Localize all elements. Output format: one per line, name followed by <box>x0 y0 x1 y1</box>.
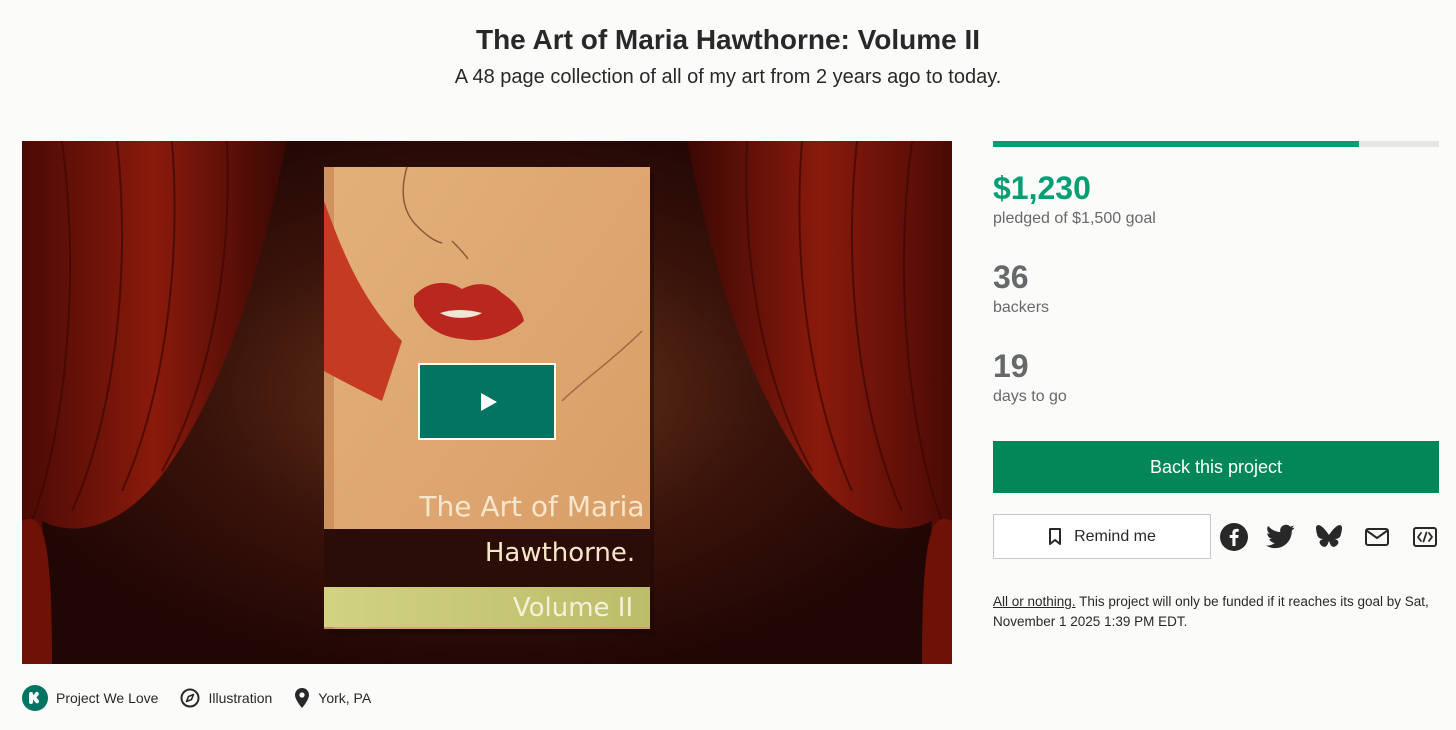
cover-title-line2: Hawthorne. <box>485 538 635 568</box>
backers-label: backers <box>993 299 1050 316</box>
play-button[interactable] <box>418 363 556 440</box>
cover-title-line1: The Art of Maria <box>418 490 644 523</box>
bluesky-icon[interactable] <box>1314 522 1344 552</box>
pledged-amount: $1,230 <box>993 170 1091 206</box>
project-video[interactable]: The Art of Maria Hawthorne. Volume II <box>22 141 952 664</box>
project-meta: Project We Love Illustration York, PA <box>22 684 393 712</box>
days-to-go-count: 19 <box>993 348 1029 384</box>
compass-icon <box>180 688 200 708</box>
project-title: The Art of Maria Hawthorne: Volume II <box>475 24 981 55</box>
play-icon <box>481 392 497 411</box>
days-to-go-label: days to go <box>993 388 1067 405</box>
backers-count: 36 <box>993 259 1029 295</box>
back-this-project-button[interactable]: Back this project <box>993 441 1439 493</box>
bookmark-icon <box>1049 527 1062 545</box>
project-we-love-badge[interactable]: Project We Love <box>22 685 158 711</box>
location-link[interactable]: York, PA <box>294 687 371 709</box>
cover-title-line3: Volume II <box>513 593 633 623</box>
project-we-love-label: Project We Love <box>56 690 159 706</box>
twitter-icon[interactable] <box>1266 522 1296 552</box>
email-icon[interactable] <box>1362 522 1392 552</box>
project-blurb: A 48 page collection of all of my art fr… <box>454 66 1002 88</box>
location-pin-icon <box>295 688 310 708</box>
pledged-goal-label: pledged of $1,500 goal <box>993 210 1156 227</box>
funding-progress-fill <box>993 141 1359 147</box>
funding-progress-bar <box>993 141 1439 147</box>
category-link[interactable]: Illustration <box>180 688 272 708</box>
all-or-nothing-link[interactable]: All or nothing. <box>993 594 1076 609</box>
funding-terms: All or nothing. This project will only b… <box>993 592 1443 632</box>
remind-me-button[interactable]: Remind me <box>993 514 1211 559</box>
location-label: York, PA <box>318 690 372 706</box>
facebook-icon[interactable] <box>1219 522 1249 552</box>
embed-icon[interactable] <box>1410 522 1440 552</box>
remind-me-label: Remind me <box>1074 527 1156 545</box>
category-label: Illustration <box>208 690 273 706</box>
kickstarter-k-icon <box>22 685 48 711</box>
